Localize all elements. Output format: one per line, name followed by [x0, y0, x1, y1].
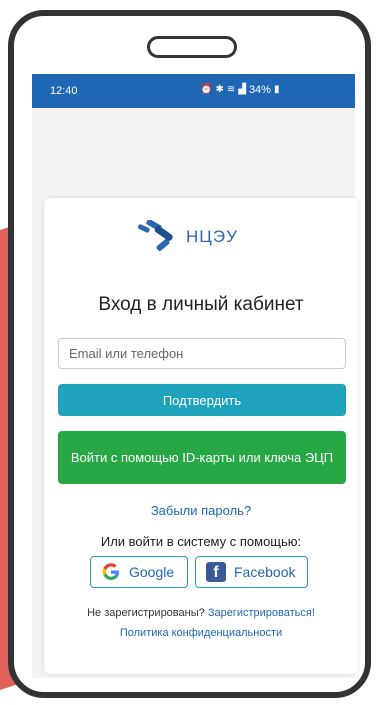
privacy-policy-link[interactable]: Политика конфиденциальности: [44, 627, 358, 639]
status-bar: 12:40 ⏰ ✱ ≋ ▟ 34% ▮: [32, 74, 355, 108]
facebook-login-button[interactable]: f Facebook: [195, 556, 308, 588]
logo-icon: [137, 220, 173, 251]
wifi-icon: ≋: [226, 84, 236, 95]
phone-speaker: [147, 36, 237, 58]
alarm-icon: ⏰: [200, 84, 213, 95]
battery-icon: ▮: [273, 84, 280, 95]
battery-level: 34%: [248, 84, 271, 96]
forgot-password-link[interactable]: Забыли пароль?: [44, 503, 358, 518]
bluetooth-icon: ✱: [215, 84, 224, 95]
status-icons: ⏰ ✱ ≋ ▟ 34% ▮: [200, 84, 279, 96]
email-field[interactable]: [58, 338, 346, 369]
phone-frame: 12:40 ⏰ ✱ ≋ ▟ 34% ▮ НЦЭУ Вход в личный к…: [8, 10, 371, 698]
social-login-label: Или войти в систему с помощью:: [100, 534, 302, 549]
facebook-icon: f: [206, 562, 226, 582]
page-title: Вход в личный кабинет: [98, 294, 304, 315]
google-label: Google: [129, 564, 175, 580]
signal-icon: ▟: [238, 84, 246, 95]
logo-text: НЦЭУ: [186, 227, 238, 246]
confirm-button[interactable]: Подтвердить: [58, 384, 346, 416]
status-time: 12:40: [50, 85, 78, 97]
register-line: Не зарегистрированы? Зарегистрироваться!: [44, 607, 358, 619]
brand-logo: НЦЭУ: [136, 220, 238, 254]
id-card-login-button[interactable]: Войти с помощью ID-карты или ключа ЭЦП: [58, 431, 346, 484]
login-card: НЦЭУ Вход в личный кабинет Подтвердить В…: [44, 198, 358, 674]
not-registered-text: Не зарегистрированы?: [87, 607, 205, 619]
google-icon: [102, 563, 119, 580]
register-link[interactable]: Зарегистрироваться!: [208, 607, 315, 619]
google-login-button[interactable]: Google: [90, 556, 188, 588]
app-screen: НЦЭУ Вход в личный кабинет Подтвердить В…: [32, 108, 358, 678]
facebook-label: Facebook: [234, 564, 296, 580]
